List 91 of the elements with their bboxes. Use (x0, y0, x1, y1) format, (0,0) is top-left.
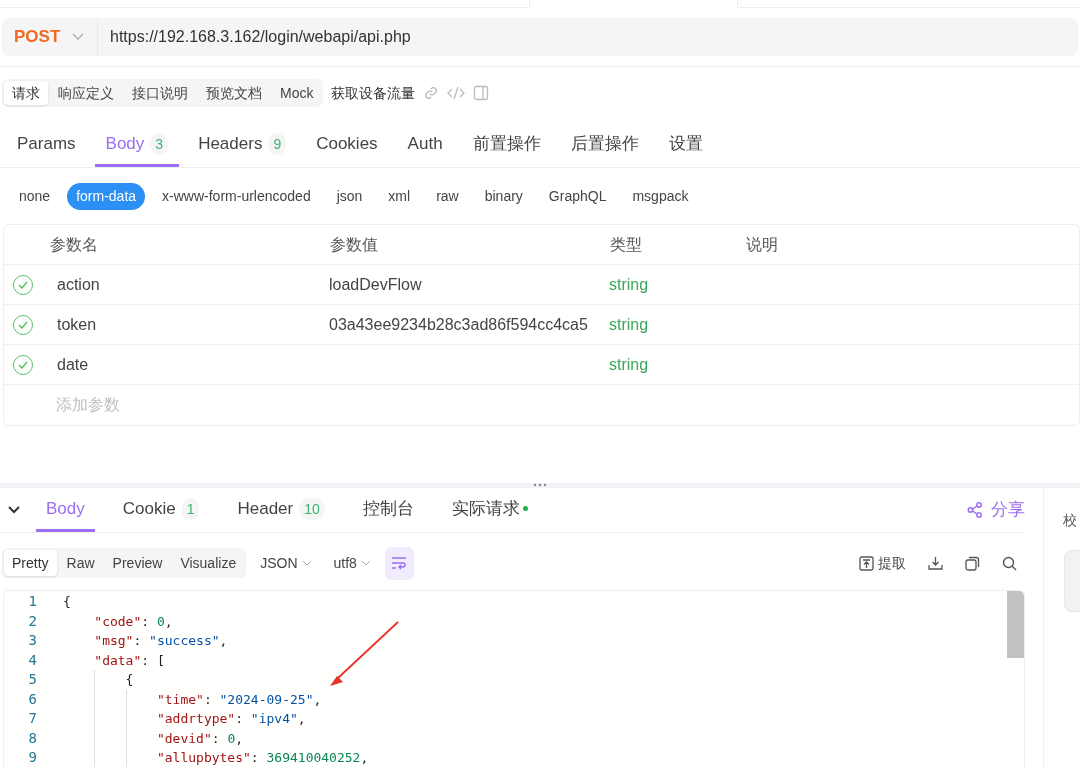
param-name: token (57, 314, 98, 335)
body-type-option[interactable]: binary (475, 182, 532, 210)
chevron-down-icon (72, 33, 85, 41)
code-line: "time": "2024-09-25", (155, 690, 322, 709)
param-type: string (609, 354, 650, 375)
doc-tab[interactable]: Mock (272, 81, 322, 105)
link-icon[interactable] (423, 85, 440, 101)
code-line: "msg": "success", (93, 632, 228, 650)
code-icon[interactable] (447, 85, 466, 101)
share-icon (967, 502, 983, 518)
side-panel-label: 校 (1063, 511, 1077, 530)
view-mode-tab[interactable]: Pretty (4, 550, 57, 576)
extract-icon (859, 555, 874, 571)
count-badge: 9 (268, 133, 287, 155)
param-name: action (57, 274, 101, 295)
code-line: "addrtype": "ipv4", (155, 710, 306, 728)
code-line: "allupbytes": 369410040252, (155, 749, 369, 767)
resize-handle-icon[interactable] (533, 483, 547, 487)
download-icon[interactable] (928, 555, 943, 571)
tab[interactable]: Cookie 1 (112, 488, 210, 532)
doc-tab[interactable]: 接口说明 (124, 81, 196, 105)
count-badge: 1 (181, 497, 200, 520)
body-type-option[interactable]: xml (379, 182, 420, 210)
body-type-option[interactable]: raw (427, 182, 468, 210)
param-value: loadDevFlow (329, 275, 422, 293)
tab[interactable]: 控制台 (352, 488, 424, 532)
extract-button[interactable]: 提取 (859, 552, 906, 574)
url-input[interactable]: https://192.168.3.162/login/webapi/api.php (98, 25, 411, 49)
tab[interactable]: 前置操作 (461, 124, 552, 167)
annotation-arrow (328, 620, 400, 688)
wrap-toggle[interactable] (384, 546, 414, 580)
doc-tab[interactable]: 预览文档 (198, 81, 270, 105)
tab[interactable]: Body 3 (94, 124, 180, 167)
param-type: string (609, 314, 650, 335)
tab[interactable]: Params (6, 124, 87, 167)
check-icon (18, 320, 28, 329)
format-dropdown[interactable]: JSON (260, 552, 312, 574)
column-header: 说明 (746, 234, 779, 255)
panel-icon[interactable] (473, 85, 490, 101)
body-type-option[interactable]: none (10, 182, 60, 210)
line-number: 8 (27, 728, 38, 748)
body-type-option[interactable]: GraphQL (539, 182, 616, 210)
tab[interactable]: Cookies (305, 124, 389, 167)
chevron-down-icon (360, 560, 371, 566)
check-icon (18, 280, 28, 289)
body-type-option[interactable]: x-www-form-urlencoded (153, 182, 320, 210)
tab[interactable]: Header 10 (227, 488, 335, 532)
view-mode-tab[interactable]: Raw (58, 550, 103, 576)
line-number: 9 (27, 748, 38, 767)
param-name: date (57, 354, 90, 375)
copy-icon[interactable] (965, 555, 980, 571)
code-line: "devid": 0, (155, 729, 244, 748)
line-number: 2 (27, 611, 38, 631)
count-badge: 10 (299, 497, 325, 520)
line-number: 4 (27, 650, 38, 670)
doc-tab[interactable]: 响应定义 (50, 81, 122, 105)
scrollbar[interactable] (1007, 591, 1024, 658)
view-mode-tab[interactable]: Preview (104, 550, 171, 576)
count-badge: 3 (150, 133, 169, 155)
param-type: string (609, 274, 650, 295)
chevron-down-icon (301, 560, 312, 566)
collapse-chevron-icon[interactable] (8, 506, 20, 514)
api-name: 获取设备流量 (331, 83, 416, 103)
line-number: 3 (27, 631, 38, 651)
code-line: "data": [ (93, 651, 165, 670)
param-value: 03a43ee9234b28c3ad86f594cc4ca5 (329, 315, 588, 333)
line-number: 5 (27, 670, 38, 690)
view-mode-tab[interactable]: Visualize (172, 550, 245, 576)
body-type-option[interactable]: json (327, 182, 372, 210)
code-line: "code": 0, (93, 612, 173, 631)
check-icon (18, 360, 28, 369)
line-number: 1 (27, 592, 38, 612)
column-header: 参数值 (330, 234, 379, 255)
doc-tab[interactable]: 请求 (4, 81, 48, 105)
code-line: { (63, 593, 71, 611)
tab[interactable]: 后置操作 (559, 124, 650, 167)
column-header: 参数名 (50, 234, 99, 255)
search-icon[interactable] (1002, 555, 1017, 571)
tab[interactable]: 设置 (657, 124, 714, 167)
line-number: 7 (27, 709, 38, 729)
tab[interactable]: Body (36, 488, 95, 532)
tab[interactable]: Headers 9 (187, 124, 298, 167)
share-link[interactable]: 分享 (967, 497, 1025, 523)
wrap-icon (391, 556, 408, 570)
code-line: { (124, 671, 134, 689)
tab[interactable]: Auth (396, 124, 454, 167)
encoding-dropdown[interactable]: utf8 (333, 552, 371, 574)
tab[interactable]: 实际请求 (441, 488, 538, 532)
column-header: 类型 (610, 234, 643, 255)
body-type-option[interactable]: msgpack (623, 182, 698, 210)
line-number: 6 (27, 689, 38, 709)
